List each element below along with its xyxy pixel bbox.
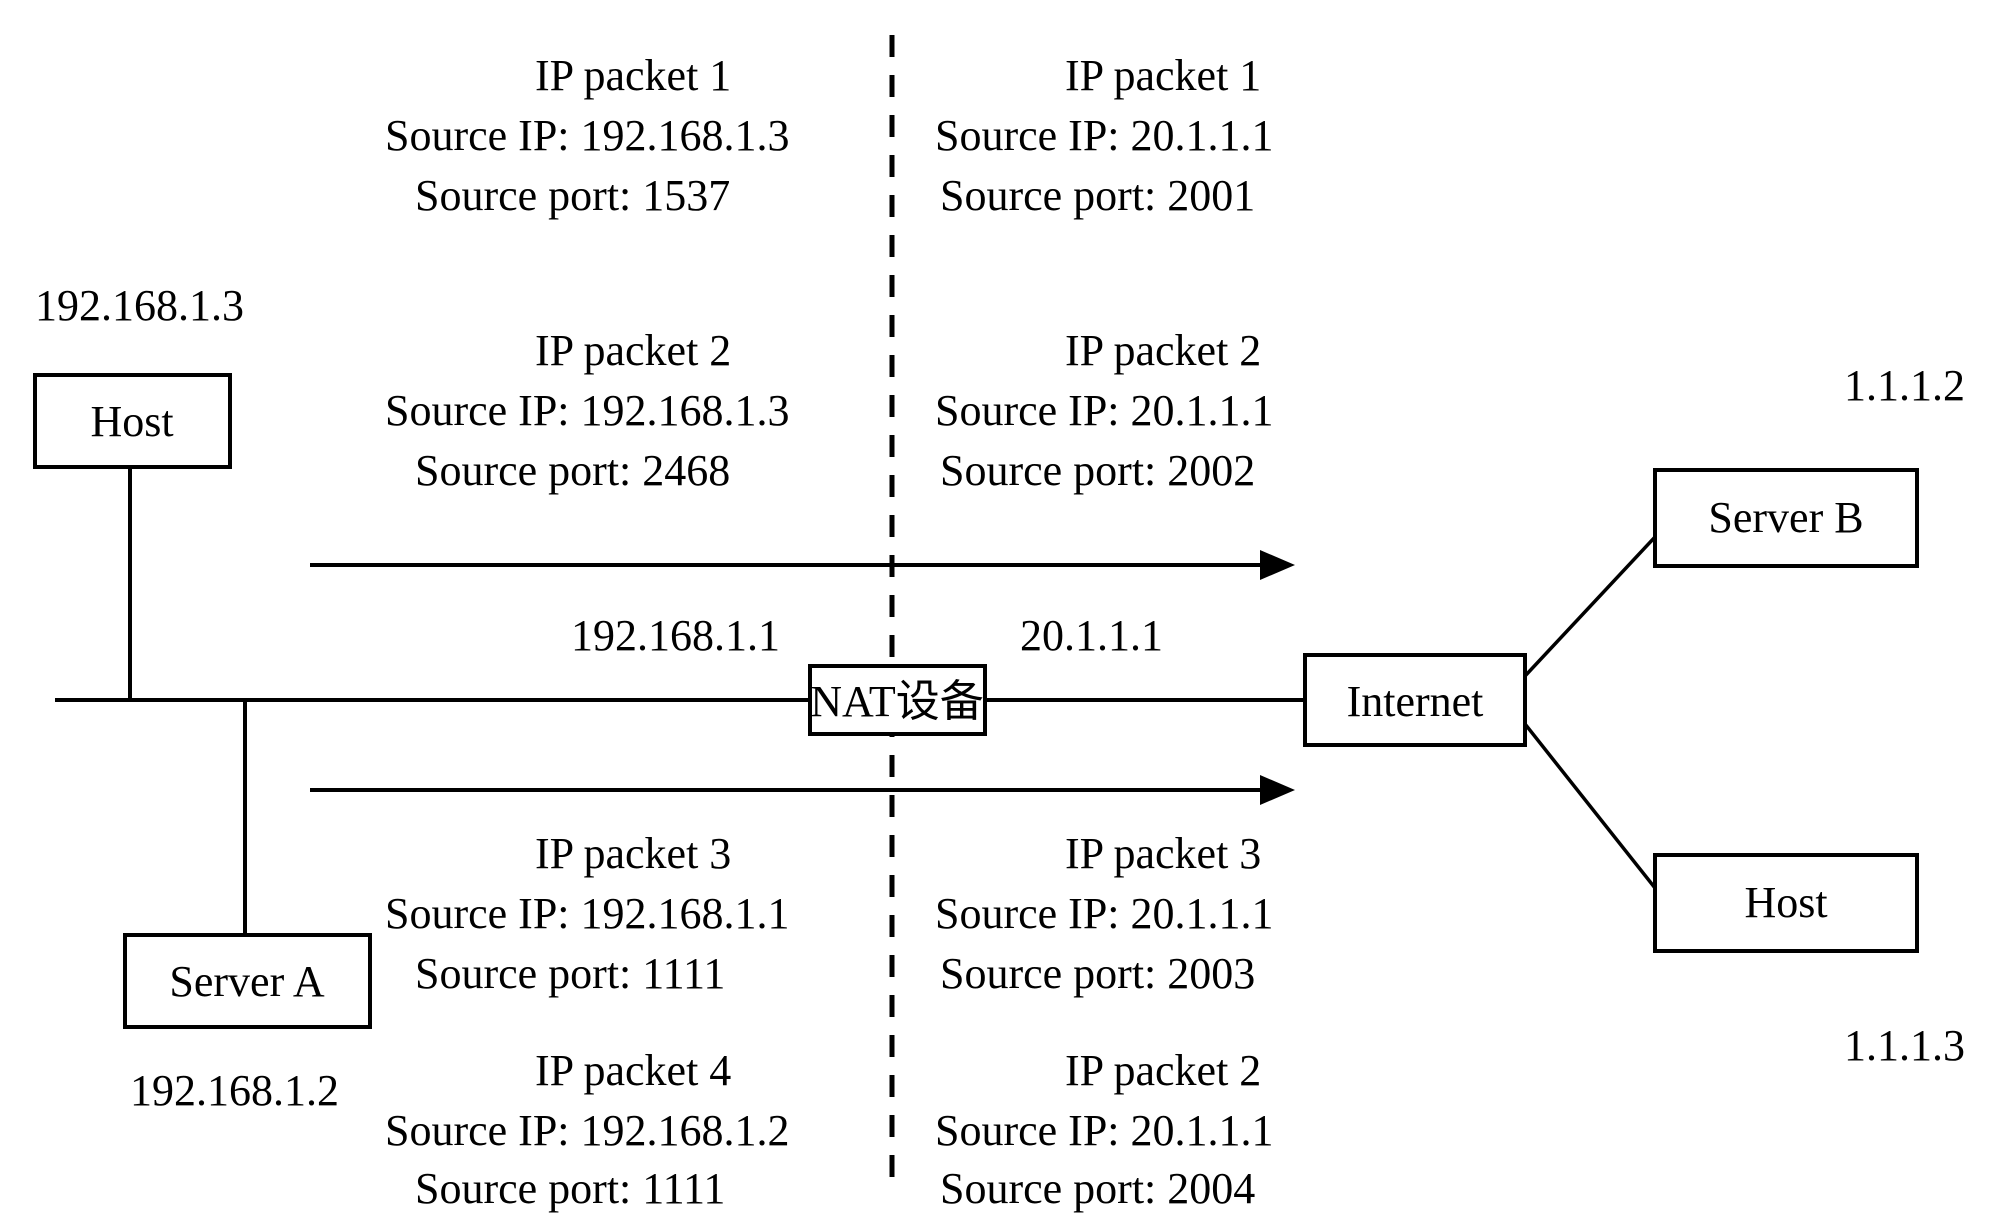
host-right-link: [1525, 724, 1655, 888]
nat-left-ip: 192.168.1.1: [571, 611, 780, 660]
p2r-line1: IP packet 2: [1065, 326, 1261, 375]
server-a-label: Server A: [169, 957, 324, 1006]
host-left-ip: 192.168.1.3: [35, 281, 244, 330]
nat-diagram: NAT设备 Internet Host 192.168.1.3 Server A…: [0, 0, 2002, 1221]
packet4-right: IP packet 2 Source IP: 20.1.1.1 Source p…: [935, 1046, 1274, 1213]
p4l-line2: Source IP: 192.168.1.2: [385, 1106, 790, 1155]
p2l-line1: IP packet 2: [535, 326, 731, 375]
p4r-line3: Source port: 2004: [940, 1164, 1255, 1213]
internet-label: Internet: [1347, 677, 1484, 726]
packet1-right: IP packet 1 Source IP: 20.1.1.1 Source p…: [935, 51, 1274, 220]
p4r-line2: Source IP: 20.1.1.1: [935, 1106, 1274, 1155]
p1l-line3: Source port: 1537: [415, 171, 730, 220]
host-right-label: Host: [1744, 878, 1827, 927]
p1l-line2: Source IP: 192.168.1.3: [385, 111, 790, 160]
server-b-label: Server B: [1708, 493, 1863, 542]
packet4-left: IP packet 4 Source IP: 192.168.1.2 Sourc…: [385, 1046, 790, 1213]
p1r-line3: Source port: 2001: [940, 171, 1255, 220]
packet1-left: IP packet 1 Source IP: 192.168.1.3 Sourc…: [385, 51, 790, 220]
p4r-line1: IP packet 2: [1065, 1046, 1261, 1095]
nat-label: NAT设备: [810, 677, 984, 726]
p3l-line2: Source IP: 192.168.1.1: [385, 889, 790, 938]
p3r-line1: IP packet 3: [1065, 829, 1261, 878]
packet2-right: IP packet 2 Source IP: 20.1.1.1 Source p…: [935, 326, 1274, 495]
packet3-right: IP packet 3 Source IP: 20.1.1.1 Source p…: [935, 829, 1274, 998]
p2r-line2: Source IP: 20.1.1.1: [935, 386, 1274, 435]
server-a-ip: 192.168.1.2: [130, 1066, 339, 1115]
host-right-ip: 1.1.1.3: [1844, 1021, 1965, 1070]
arrow-lower-head: [1260, 775, 1295, 805]
arrow-upper-head: [1260, 550, 1295, 580]
p3l-line3: Source port: 1111: [415, 949, 725, 998]
packet3-left: IP packet 3 Source IP: 192.168.1.1 Sourc…: [385, 829, 790, 998]
p4l-line3: Source port: 1111: [415, 1164, 725, 1213]
server-b-link: [1525, 537, 1655, 676]
p2r-line3: Source port: 2002: [940, 446, 1255, 495]
p3r-line2: Source IP: 20.1.1.1: [935, 889, 1274, 938]
packet2-left: IP packet 2 Source IP: 192.168.1.3 Sourc…: [385, 326, 790, 495]
p3r-line3: Source port: 2003: [940, 949, 1255, 998]
nat-right-ip: 20.1.1.1: [1020, 611, 1163, 660]
p2l-line3: Source port: 2468: [415, 446, 730, 495]
p4l-line1: IP packet 4: [535, 1046, 731, 1095]
p2l-line2: Source IP: 192.168.1.3: [385, 386, 790, 435]
host-left-label: Host: [90, 397, 173, 446]
p1r-line2: Source IP: 20.1.1.1: [935, 111, 1274, 160]
p1r-line1: IP packet 1: [1065, 51, 1261, 100]
p3l-line1: IP packet 3: [535, 829, 731, 878]
p1l-line1: IP packet 1: [535, 51, 731, 100]
server-b-ip: 1.1.1.2: [1844, 361, 1965, 410]
